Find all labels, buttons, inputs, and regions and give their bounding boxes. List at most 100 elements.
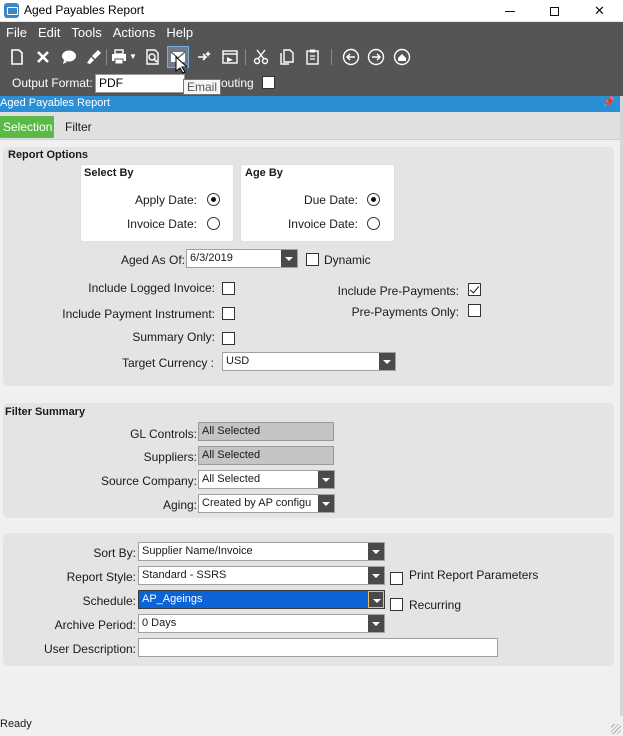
tab-bar: Selection Filter [0,112,623,140]
report-style-select[interactable]: Standard - SSRS [138,566,385,585]
aged-as-of-label: Aged As Of: [120,253,185,267]
recurring-label: Recurring [409,598,462,612]
menu-tools[interactable]: Tools [71,25,101,40]
panel-title: Aged Payables Report [0,97,111,109]
new-icon[interactable] [8,48,26,66]
close-icon: ✕ [594,3,605,18]
report-style-value: Standard - SSRS [142,569,227,581]
aged-as-of-value: 6/3/2019 [190,252,233,264]
sort-by-label: Sort By: [93,546,136,560]
gl-controls-field[interactable]: All Selected [198,422,334,441]
aging-value: Created by AP configu [202,497,312,509]
due-date-label: Due Date: [303,193,358,207]
chevron-down-icon[interactable] [318,495,334,512]
menu-file[interactable]: File [6,25,27,40]
archive-period-select[interactable]: 0 Days [138,614,385,633]
clear-icon[interactable] [86,48,104,66]
chevron-down-icon[interactable] [318,471,334,488]
panel-header: Aged Payables Report 📌 [0,96,623,112]
archive-period-value: 0 Days [142,617,177,629]
schedule-value: AP_Ageings [142,593,203,605]
menu-edit[interactable]: Edit [38,25,60,40]
schedule-select[interactable]: AP_Ageings [138,590,385,609]
output-format-select[interactable]: PDF [95,74,185,93]
chevron-down-icon[interactable] [368,567,384,584]
window-title: Aged Payables Report [24,3,145,17]
resize-grip-icon[interactable] [611,724,621,734]
schedule-label: Schedule: [82,594,136,608]
routing-label: outing [221,76,254,90]
aging-select[interactable]: Created by AP configu [198,494,335,513]
target-currency-select[interactable]: USD [222,352,396,371]
dynamic-label: Dynamic [324,253,371,267]
filter-summary-title: Filter Summary [5,406,86,418]
invoice-date-radio[interactable] [207,217,220,230]
aged-as-of-date-field[interactable]: 6/3/2019 [186,249,298,268]
forward-icon[interactable] [367,48,385,66]
paste-icon[interactable] [304,48,322,66]
copy-icon[interactable] [278,48,296,66]
output-options-bar: Output Format: PDF outing [0,72,623,96]
recurring-checkbox[interactable] [390,598,403,611]
invoice-date-label: Invoice Date: [126,217,197,231]
print-dropdown-icon[interactable]: ▼ [128,48,138,66]
dynamic-checkbox[interactable] [306,253,319,266]
chevron-down-icon[interactable] [379,353,395,370]
back-icon[interactable] [342,48,360,66]
chevron-down-icon[interactable] [368,543,384,560]
close-button[interactable]: ✕ [577,0,622,22]
tab-selection[interactable]: Selection [0,116,54,138]
pre-payments-only-checkbox[interactable] [468,304,481,317]
source-company-select[interactable]: All Selected [198,470,335,489]
gl-controls-label: GL Controls: [130,427,197,441]
summary-only-checkbox[interactable] [222,332,235,345]
minimize-icon [504,10,515,12]
include-logged-invoice-label: Include Logged Invoice: [88,281,215,295]
minimize-button[interactable] [487,0,532,22]
print-report-parameters-checkbox[interactable] [390,572,403,585]
report-options-title: Report Options [8,149,89,161]
schedule-icon[interactable] [221,48,239,66]
pre-payments-only-label: Pre-Payments Only: [351,305,459,319]
cut-icon[interactable] [252,48,270,66]
status-bar: Ready [0,716,623,736]
generate-icon[interactable] [196,48,214,66]
routing-checkbox[interactable] [262,76,275,89]
mouse-cursor-icon [175,56,187,74]
menu-help[interactable]: Help [166,25,193,40]
include-logged-invoice-checkbox[interactable] [222,282,235,295]
title-bar: Aged Payables Report ✕ [0,0,623,22]
due-date-radio[interactable] [367,193,380,206]
date-dropdown-icon[interactable] [281,250,297,267]
age-by-title: Age By [245,167,283,179]
target-currency-value: USD [226,355,250,367]
delete-icon[interactable] [34,48,52,66]
summary-only-label: Summary Only: [132,330,215,344]
print-report-parameters-label: Print Report Parameters [409,568,539,582]
preview-icon[interactable] [144,48,162,66]
home-icon[interactable] [393,48,411,66]
suppliers-label: Suppliers: [143,450,197,464]
include-payment-instrument-checkbox[interactable] [222,307,235,320]
source-company-value: All Selected [202,473,261,485]
user-description-input[interactable] [138,638,498,657]
age-invoice-date-radio[interactable] [367,217,380,230]
print-icon[interactable] [110,48,128,66]
menu-bar: File Edit Tools Actions Help [0,22,623,42]
tab-filter[interactable]: Filter [62,116,95,138]
include-payment-instrument-label: Include Payment Instrument: [62,307,215,321]
pin-icon[interactable]: 📌 [603,97,615,108]
maximize-icon [550,6,559,16]
include-pre-payments-checkbox[interactable] [468,283,481,296]
chevron-down-icon[interactable] [368,591,384,608]
email-tooltip: Email [183,79,222,95]
menu-actions[interactable]: Actions [113,25,156,40]
maximize-button[interactable] [532,0,577,22]
sort-by-select[interactable]: Supplier Name/Invoice [138,542,385,561]
comment-icon[interactable] [60,48,78,66]
chevron-down-icon[interactable] [368,615,384,632]
apply-date-radio[interactable] [207,193,220,206]
suppliers-field[interactable]: All Selected [198,446,334,465]
age-invoice-date-label: Invoice Date: [287,217,358,231]
select-by-group: Select By Apply Date: Invoice Date: [80,164,234,242]
